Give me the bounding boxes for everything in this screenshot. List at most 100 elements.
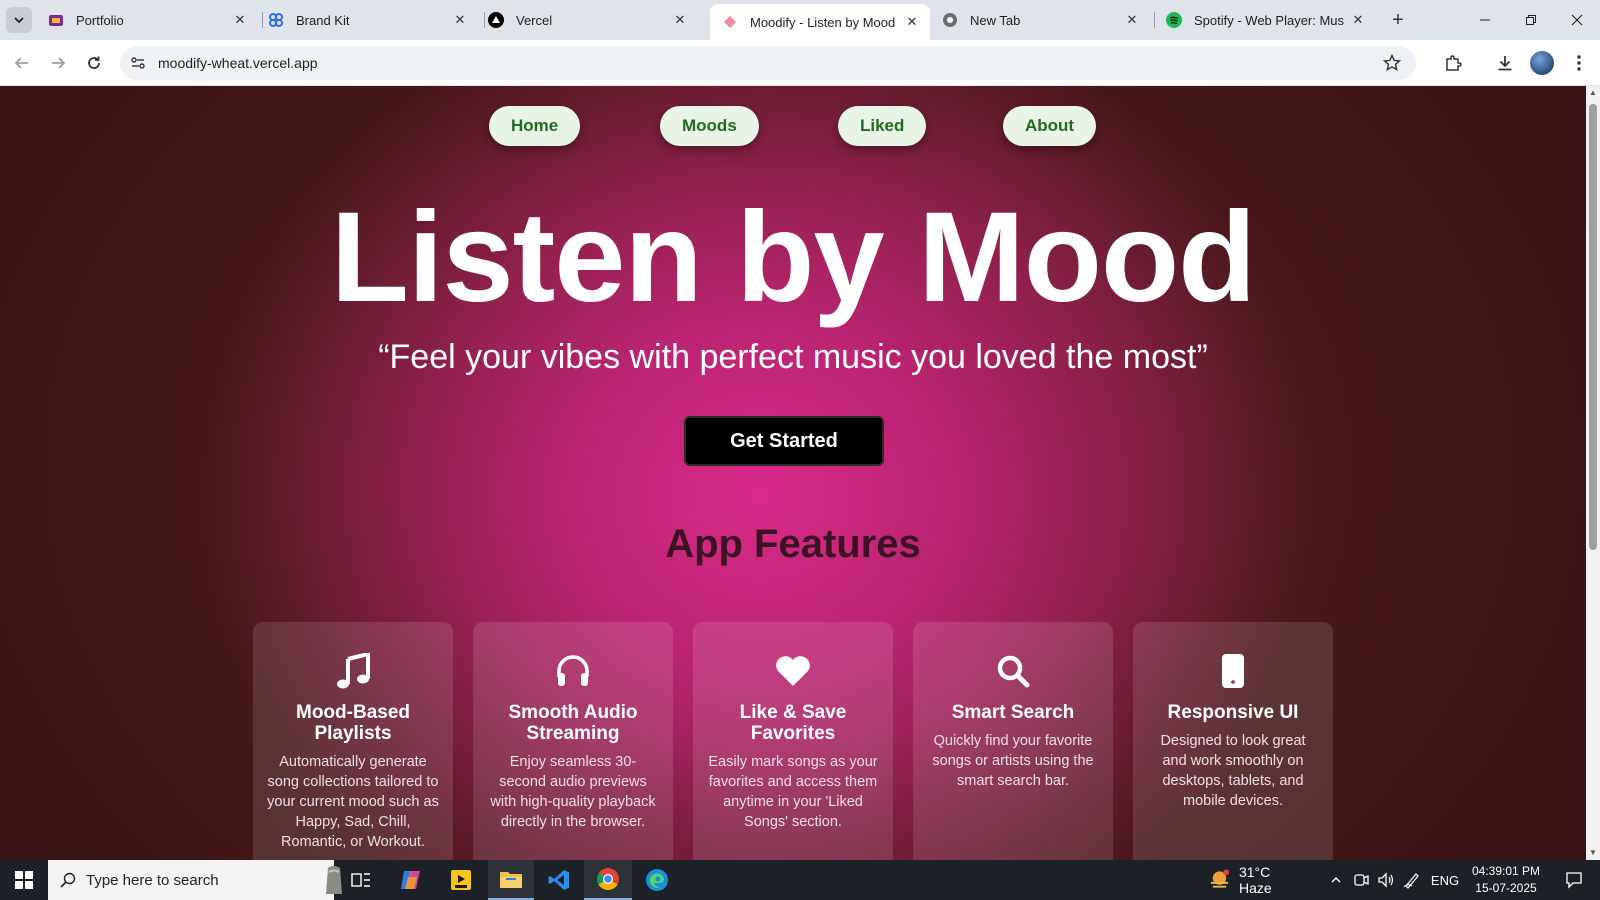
taskbar-clock[interactable]: 04:39:01 PM 15-07-2025 bbox=[1466, 863, 1546, 897]
new-tab-button[interactable]: + bbox=[1386, 8, 1410, 32]
volume-icon[interactable] bbox=[1374, 860, 1398, 900]
vercel-favicon-icon bbox=[488, 12, 504, 28]
forward-button[interactable] bbox=[46, 51, 70, 75]
feature-card-smart-search: Smart Search Quickly find your favorite … bbox=[913, 622, 1113, 860]
windows-logo-icon bbox=[15, 871, 33, 889]
chrome-icon bbox=[597, 868, 619, 890]
feature-title: Like & Save Favorites bbox=[739, 702, 847, 744]
tab-search-button[interactable] bbox=[6, 7, 32, 33]
puzzle-icon bbox=[1446, 55, 1462, 71]
nav-about[interactable]: About bbox=[1003, 106, 1097, 146]
pen-input-icon[interactable] bbox=[1400, 860, 1424, 900]
scroll-down-icon[interactable]: ▼ bbox=[1588, 848, 1598, 858]
close-icon[interactable]: ✕ bbox=[232, 12, 248, 28]
feature-card-responsive-ui: Responsive UI Designed to look great and… bbox=[1133, 622, 1333, 860]
scroll-up-icon[interactable]: ▲ bbox=[1588, 88, 1598, 98]
mobile-icon bbox=[1214, 652, 1252, 690]
moodify-page: Home Moods Liked About Listen by Mood “F… bbox=[0, 86, 1586, 860]
close-icon[interactable]: ✕ bbox=[1124, 12, 1140, 28]
brand-kit-favicon-icon bbox=[268, 12, 284, 28]
feature-title: Smooth Audio Streaming bbox=[508, 702, 638, 744]
spotify-favicon-icon bbox=[1166, 12, 1182, 28]
scrollbar-thumb[interactable] bbox=[1589, 104, 1597, 550]
feature-card-audio-streaming: Smooth Audio Streaming Enjoy seamless 30… bbox=[473, 622, 673, 860]
search-icon bbox=[60, 872, 76, 888]
restore-button[interactable] bbox=[1508, 0, 1554, 40]
profile-avatar[interactable] bbox=[1530, 51, 1554, 75]
chevron-up-icon bbox=[1331, 877, 1341, 883]
feature-text: Designed to look great and work smoothly… bbox=[1160, 733, 1306, 809]
reload-button[interactable] bbox=[82, 51, 106, 75]
media-player-taskbar-button[interactable] bbox=[438, 860, 484, 900]
notification-center-button[interactable] bbox=[1554, 860, 1594, 900]
feature-title: Mood-Based Playlists bbox=[296, 702, 410, 744]
copilot-icon bbox=[401, 871, 420, 889]
tab-label: New Tab bbox=[970, 12, 1021, 28]
start-button[interactable] bbox=[0, 860, 48, 900]
chevron-down-icon bbox=[14, 17, 24, 24]
close-icon[interactable]: ✕ bbox=[672, 12, 688, 28]
taskbar-search-box[interactable]: Type here to search bbox=[48, 860, 342, 900]
search-icon bbox=[994, 652, 1032, 690]
tab-strip: Portfolio ✕ Brand Kit ✕ Vercel ✕ Moodify… bbox=[0, 0, 1600, 40]
get-started-button[interactable]: Get Started bbox=[684, 416, 884, 466]
feature-text: Quickly find your favorite songs or arti… bbox=[932, 733, 1094, 789]
vscode-taskbar-button[interactable] bbox=[536, 860, 582, 900]
tab-label: Portfolio bbox=[76, 12, 124, 28]
player-app-icon bbox=[451, 870, 471, 890]
feature-title: Smart Search bbox=[951, 702, 1075, 723]
feature-card-like-favorites: Like & Save Favorites Easily mark songs … bbox=[693, 622, 893, 860]
headphones-icon bbox=[554, 652, 592, 690]
menu-button[interactable] bbox=[1566, 50, 1592, 76]
tab-brand-kit[interactable]: Brand Kit ✕ bbox=[256, 4, 478, 36]
page-scrollbar[interactable]: ▲ ▼ bbox=[1586, 86, 1600, 860]
edge-taskbar-button[interactable] bbox=[634, 860, 680, 900]
minimize-button[interactable] bbox=[1462, 0, 1508, 40]
task-view-icon bbox=[351, 873, 370, 887]
show-hidden-icons-button[interactable] bbox=[1326, 860, 1346, 900]
chrome-taskbar-button[interactable] bbox=[584, 860, 632, 900]
close-icon[interactable]: ✕ bbox=[452, 12, 468, 28]
tab-vercel[interactable]: Vercel ✕ bbox=[476, 4, 698, 36]
site-settings-icon[interactable] bbox=[128, 53, 148, 73]
taskbar-search-placeholder: Type here to search bbox=[86, 871, 219, 889]
reload-icon bbox=[88, 56, 100, 69]
back-button[interactable] bbox=[10, 51, 34, 75]
meet-now-icon[interactable] bbox=[1350, 860, 1372, 900]
copilot-taskbar-button[interactable] bbox=[388, 860, 434, 900]
downloads-button[interactable] bbox=[1492, 50, 1518, 76]
close-window-button[interactable] bbox=[1554, 0, 1600, 40]
tab-moodify[interactable]: Moodify - Listen by Mood ✕ bbox=[710, 4, 930, 40]
feature-text: Automatically generate song collections … bbox=[267, 754, 439, 850]
nav-liked[interactable]: Liked bbox=[838, 106, 927, 146]
tab-label: Spotify - Web Player: Music f bbox=[1194, 12, 1344, 28]
hero-title: Listen by Mood bbox=[330, 186, 1257, 329]
arrow-right-icon bbox=[52, 57, 66, 69]
address-bar[interactable]: moodify-wheat.vercel.app bbox=[120, 46, 1416, 80]
feature-title: Responsive UI bbox=[1167, 702, 1299, 723]
close-icon[interactable]: ✕ bbox=[904, 14, 920, 30]
close-icon bbox=[1571, 14, 1583, 26]
more-vertical-icon bbox=[1577, 55, 1581, 71]
edge-icon bbox=[646, 869, 668, 891]
task-view-button[interactable] bbox=[340, 860, 382, 900]
tab-portfolio[interactable]: Portfolio ✕ bbox=[36, 4, 258, 36]
feature-text: Easily mark songs as your favorites and … bbox=[708, 754, 878, 830]
close-icon[interactable]: ✕ bbox=[1350, 12, 1366, 28]
clock-date: 15-07-2025 bbox=[1475, 881, 1537, 895]
bookmark-star-icon[interactable] bbox=[1380, 51, 1404, 75]
url-text[interactable]: moodify-wheat.vercel.app bbox=[158, 55, 1380, 71]
language-indicator[interactable]: ENG bbox=[1428, 860, 1462, 900]
weather-widget[interactable]: 31°C Haze bbox=[1208, 860, 1304, 900]
clock-time: 04:39:01 PM bbox=[1471, 864, 1541, 878]
extensions-button[interactable] bbox=[1440, 50, 1466, 76]
file-explorer-taskbar-button[interactable] bbox=[488, 860, 534, 900]
notification-icon bbox=[1566, 872, 1582, 889]
nav-moods[interactable]: Moods bbox=[660, 106, 759, 146]
restore-icon bbox=[1526, 15, 1536, 25]
tab-spotify[interactable]: Spotify - Web Player: Music f ✕ bbox=[1154, 4, 1376, 36]
tab-new-tab[interactable]: New Tab ✕ bbox=[930, 4, 1150, 36]
heart-icon bbox=[774, 652, 812, 690]
nav-home[interactable]: Home bbox=[489, 106, 581, 146]
weather-text: 31°C Haze bbox=[1238, 864, 1272, 896]
